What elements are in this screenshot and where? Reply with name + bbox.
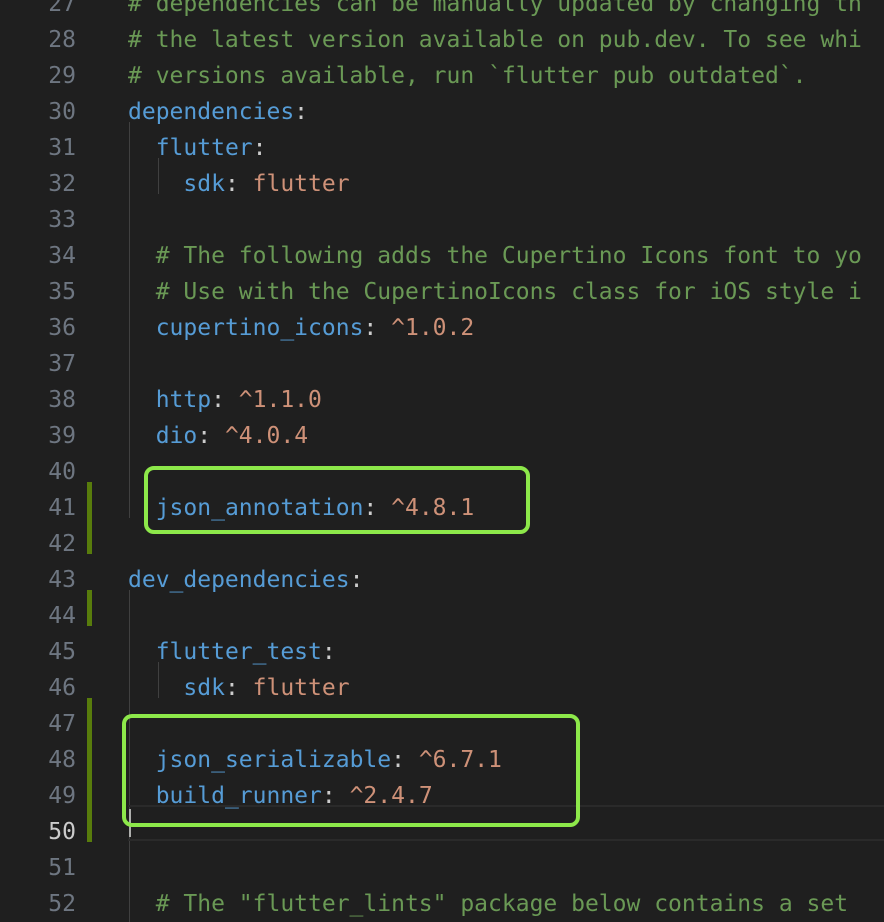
line-number: 37 [48, 351, 76, 377]
token-punct: : [294, 99, 309, 125]
token-key: dev_dependencies [128, 567, 350, 593]
line-number: 27 [48, 0, 76, 17]
token-comment: # versions available, run `flutter pub o… [128, 63, 807, 89]
code-line[interactable]: 44 [0, 598, 884, 634]
token-punct: : [224, 171, 253, 197]
token-comment: # the latest version available on pub.de… [128, 27, 862, 53]
line-number: 49 [48, 783, 76, 809]
line-number: 30 [48, 99, 76, 125]
line-code[interactable]: # versions available, run `flutter pub o… [128, 58, 807, 94]
token-str: ^4.0.4 [224, 423, 309, 449]
line-number: 29 [48, 63, 76, 89]
line-number: 39 [48, 423, 76, 449]
code-line[interactable]: 51 [0, 850, 884, 886]
code-line[interactable]: 39 dio: ^4.0.4 [0, 418, 884, 454]
token-key: http [155, 387, 212, 413]
code-line[interactable]: 31 flutter: [0, 130, 884, 166]
line-number: 43 [48, 567, 76, 593]
code-line[interactable]: 29 # versions available, run `flutter pub… [0, 58, 884, 94]
line-number: 31 [48, 135, 76, 161]
token-str: flutter [252, 171, 350, 197]
code-line[interactable]: 52 # The "flutter_lints" package below c… [0, 886, 884, 922]
line-number: 52 [48, 891, 76, 917]
line-code[interactable]: # the latest version available on pub.de… [128, 22, 862, 58]
code-editor[interactable]: 27 # dependencies can be manually updated… [0, 0, 884, 922]
code-line[interactable]: 43 dev_dependencies: [0, 562, 884, 598]
token-punct: : [349, 567, 364, 593]
line-code[interactable]: sdk: flutter [128, 670, 350, 706]
line-code[interactable]: # The "flutter_lints" package below cont… [128, 886, 848, 922]
token-punct [128, 171, 183, 197]
line-number: 46 [48, 675, 76, 701]
token-punct: : [197, 423, 225, 449]
line-code[interactable]: cupertino_icons: ^1.0.2 [128, 310, 475, 346]
token-punct: : [224, 675, 253, 701]
token-punct: : [252, 135, 267, 161]
code-line[interactable]: 32 sdk: flutter [0, 166, 884, 202]
line-number: 28 [48, 27, 76, 53]
token-punct [128, 387, 156, 413]
token-punct: : [211, 387, 239, 413]
line-code[interactable]: flutter_test: [128, 634, 336, 670]
line-code[interactable]: # dependencies can be manually updated b… [128, 0, 862, 22]
line-number: 42 [48, 531, 76, 557]
line-code[interactable]: # The following adds the Cupertino Icons… [128, 238, 862, 274]
code-line[interactable]: 33 [0, 202, 884, 238]
token-key: sdk [183, 171, 225, 197]
token-comment: # dependencies can be manually updated b… [128, 0, 862, 17]
token-str: ^1.1.0 [238, 387, 322, 413]
line-number: 48 [48, 747, 76, 773]
line-code[interactable]: # Use with the CupertinoIcons class for … [128, 274, 862, 310]
highlight-box-json-annotation [144, 466, 530, 534]
token-key: cupertino_icons [155, 315, 364, 341]
token-str: flutter [252, 675, 350, 701]
line-number: 41 [48, 495, 76, 521]
line-number: 32 [48, 171, 76, 197]
code-line[interactable]: 28 # the latest version available on pub.… [0, 22, 884, 58]
code-line[interactable]: 45 flutter_test: [0, 634, 884, 670]
token-key: sdk [183, 675, 225, 701]
line-number: 45 [48, 639, 76, 665]
line-number: 50 [48, 819, 76, 845]
code-line[interactable]: 37 [0, 346, 884, 382]
token-key: dio [155, 423, 198, 449]
line-code[interactable]: dio: ^4.0.4 [128, 418, 308, 454]
token-comment: # The following adds the Cupertino Icons… [128, 243, 862, 269]
token-punct [128, 639, 156, 665]
token-punct: : [363, 315, 392, 341]
line-code[interactable]: flutter: [128, 130, 267, 166]
highlight-box-dev-dependencies [122, 714, 580, 827]
code-line[interactable]: 34 # The following adds the Cupertino Ic… [0, 238, 884, 274]
code-line[interactable]: 30 dependencies: [0, 94, 884, 130]
code-line[interactable]: 46 sdk: flutter [0, 670, 884, 706]
token-punct [128, 135, 156, 161]
line-number: 38 [48, 387, 76, 413]
token-punct [128, 423, 156, 449]
line-number: 36 [48, 315, 76, 341]
line-number: 51 [48, 855, 76, 881]
line-number: 35 [48, 279, 76, 305]
code-line[interactable]: 38 http: ^1.1.0 [0, 382, 884, 418]
line-code[interactable]: sdk: flutter [128, 166, 350, 202]
token-str: ^1.0.2 [391, 315, 475, 341]
code-line[interactable]: 27 # dependencies can be manually updated… [0, 0, 884, 22]
token-punct: : [321, 639, 336, 665]
line-code[interactable]: dependencies: [128, 94, 308, 130]
line-number: 44 [48, 603, 76, 629]
line-number: 47 [48, 711, 76, 737]
code-line[interactable]: 36 cupertino_icons: ^1.0.2 [0, 310, 884, 346]
token-comment: # Use with the CupertinoIcons class for … [128, 279, 862, 305]
line-number: 33 [48, 207, 76, 233]
token-comment: # The "flutter_lints" package below cont… [128, 891, 849, 917]
token-punct [128, 315, 156, 341]
token-punct [128, 675, 183, 701]
code-line[interactable]: 35 # Use with the CupertinoIcons class f… [0, 274, 884, 310]
line-number: 40 [48, 459, 76, 485]
line-code[interactable]: http: ^1.1.0 [128, 382, 322, 418]
line-code[interactable]: dev_dependencies: [128, 562, 363, 598]
line-number: 34 [48, 243, 76, 269]
token-key: dependencies [128, 99, 295, 125]
token-key: flutter [155, 135, 253, 161]
token-key: flutter_test [155, 639, 322, 665]
